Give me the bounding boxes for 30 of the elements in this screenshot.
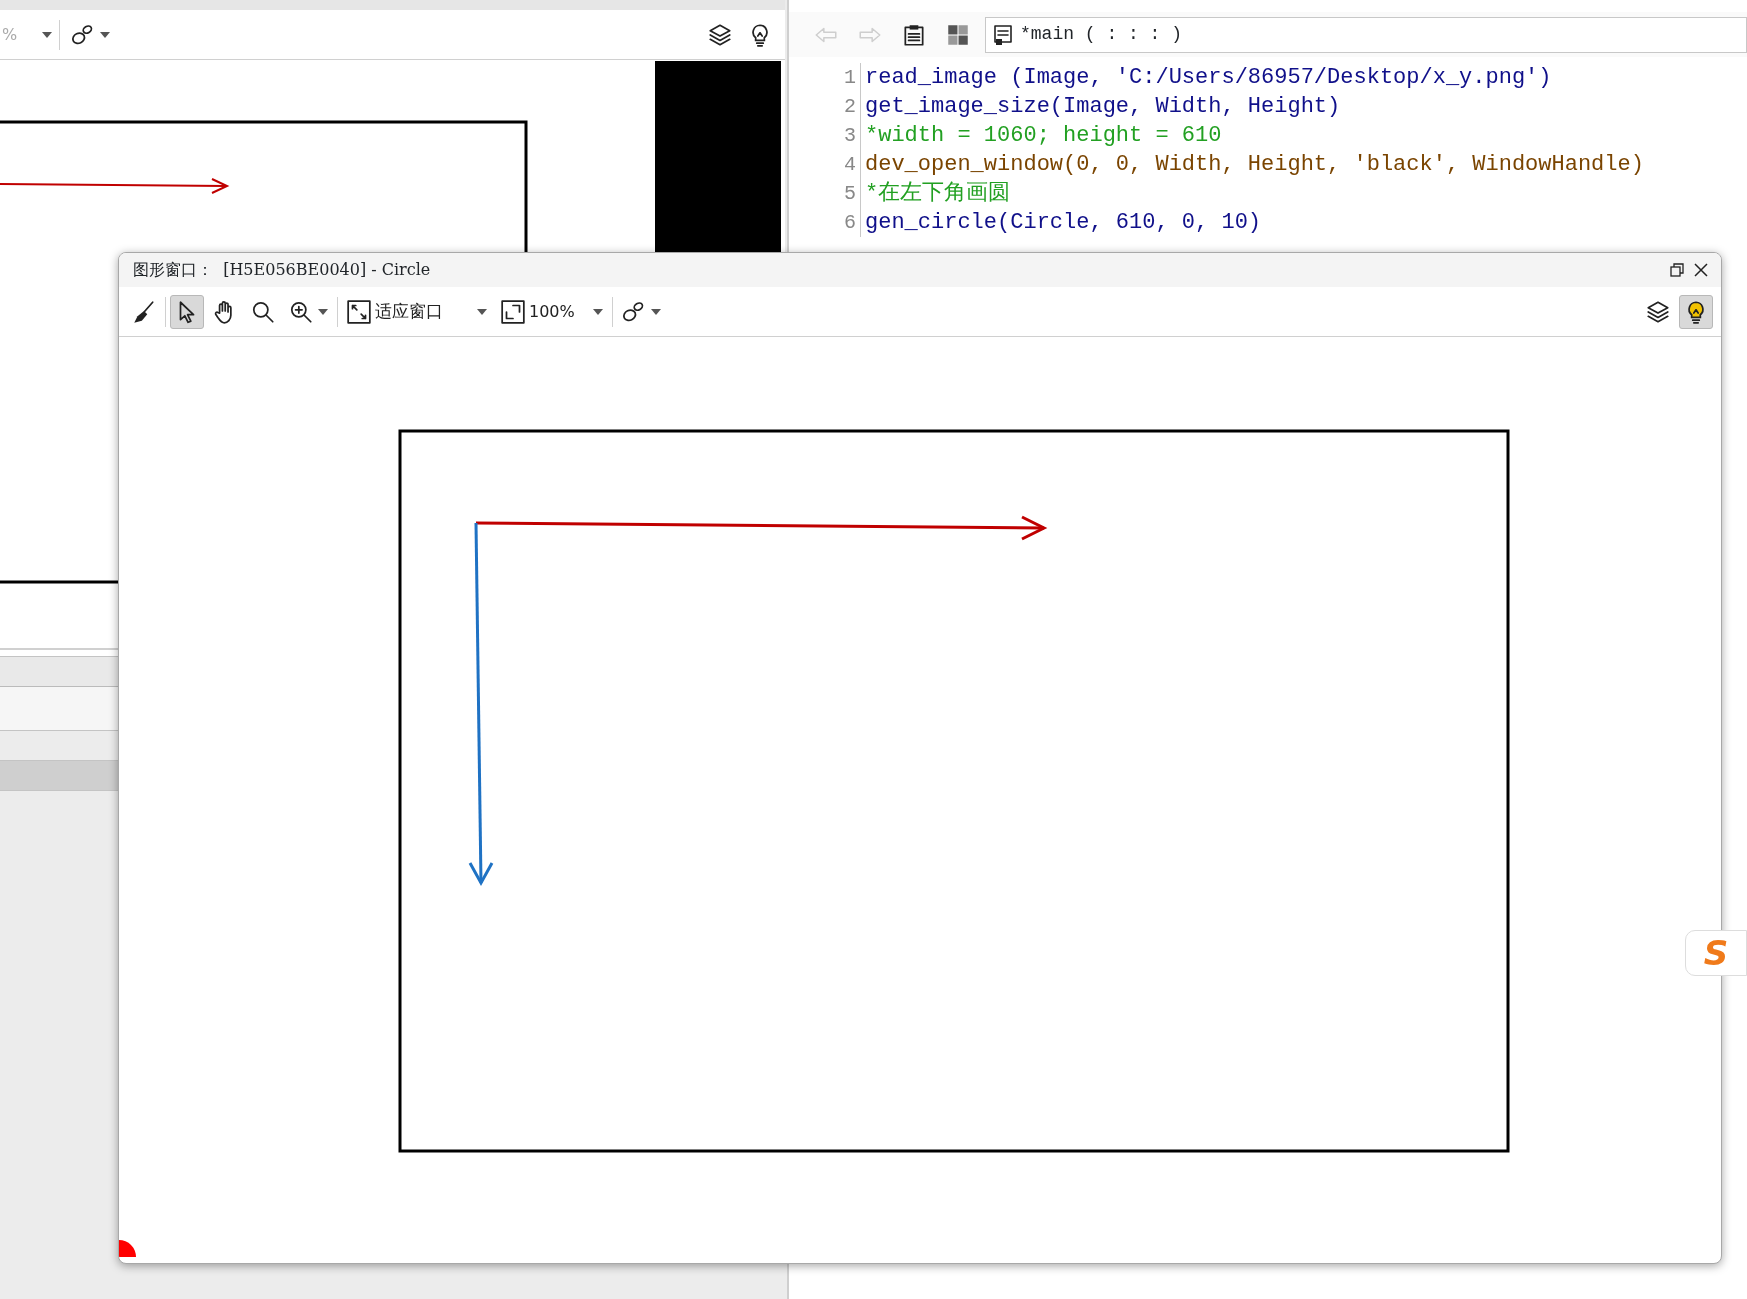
window-title: 图形窗口： [H5E056BE0040] - Circle	[133, 259, 431, 281]
code-line: dev_open_window(0, 0, Width, Height, 'black', WindowHandle)	[865, 151, 1644, 179]
line-number: 6	[843, 210, 856, 236]
lightbulb-button[interactable]	[1679, 294, 1713, 329]
caret-icon	[592, 307, 604, 316]
pointer-tool-button[interactable]	[170, 294, 204, 329]
caret-icon	[476, 307, 488, 316]
caret-icon	[317, 307, 329, 316]
caret-icon	[99, 30, 112, 39]
caret-icon	[650, 307, 662, 316]
code-comment: *width = 1060; height = 610	[865, 122, 1223, 150]
zoom-level-icon	[500, 298, 526, 325]
fit-window-combo[interactable]: 适应窗口	[342, 294, 492, 329]
circle-region	[119, 1240, 136, 1257]
code-line: gen_circle(Circle, 610, 0, 10)	[865, 209, 1263, 237]
line-number: 3	[843, 123, 856, 149]
restore-icon	[1669, 262, 1685, 278]
code-comment: *在左下角画圆	[865, 180, 1012, 208]
procedure-combo[interactable]: *main ( : : : )	[985, 16, 1747, 53]
line-number: 2	[843, 94, 856, 120]
line-number: 5	[843, 181, 856, 207]
zoom-combo[interactable]: 100%	[496, 294, 608, 329]
fit-window-icon	[346, 298, 372, 325]
code-line: get_image_size(Image, Width, Height)	[865, 93, 1342, 121]
code-line: read_image (Image, 'C:/Users/86957/Desktop/x_y.png')	[865, 64, 1553, 92]
caret-icon	[41, 30, 54, 39]
line-number: 1	[843, 65, 856, 91]
line-number: 4	[843, 152, 856, 178]
close-icon	[1693, 262, 1709, 278]
procedure-name: *main ( : : : )	[1020, 23, 1183, 46]
